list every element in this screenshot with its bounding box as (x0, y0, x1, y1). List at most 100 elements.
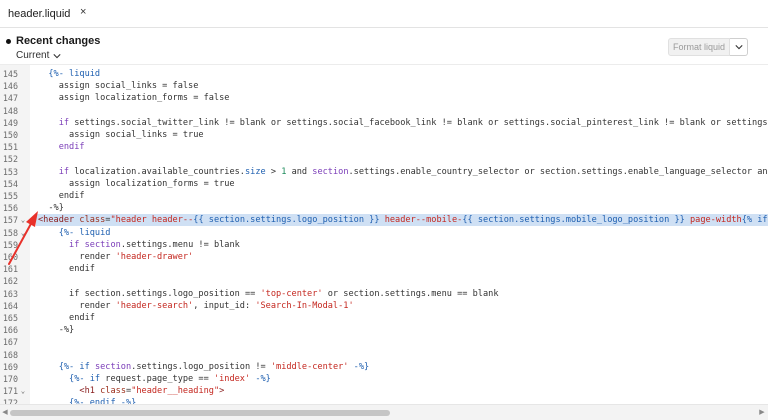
code-line[interactable]: 171 ⌄ <h1 class="header__heading"> (0, 385, 768, 397)
code-line[interactable]: 169 {%- if section.settings.logo_positio… (0, 361, 768, 373)
code-line[interactable]: 154 assign localization_forms = true (0, 178, 768, 190)
tab-header-liquid[interactable]: header.liquid × (0, 0, 104, 28)
line-number: 165 (2, 313, 18, 323)
recent-changes-panel: Recent changes Current (0, 29, 768, 65)
scroll-thumb[interactable] (10, 410, 390, 416)
code-line[interactable]: 161 endif (0, 263, 768, 275)
code-line[interactable]: 157 ⌄ <header class="header header--{{ sec… (0, 214, 768, 227)
code-line[interactable]: 162 (0, 275, 768, 287)
code-token: and (286, 166, 313, 177)
line-number: 151 (2, 142, 18, 153)
code-token: {%- if (58, 361, 90, 372)
code-token: endif (38, 264, 95, 275)
code-token: endif (58, 142, 85, 153)
fold-chevron-icon[interactable]: ⌄ (19, 227, 27, 239)
code-text: assign localization_forms = true (38, 178, 235, 190)
code-token: "header header-- (110, 215, 194, 226)
code-line[interactable]: 159 if section.settings.menu != blank (0, 239, 768, 251)
code-line[interactable]: 164 render 'header-search', input_id: 'S… (0, 300, 768, 312)
code-token: > (265, 166, 282, 177)
code-token: -%} (255, 374, 271, 384)
code-token: assign localization_forms = false (38, 93, 230, 104)
code-text: <header class="header header--{{ section… (38, 214, 768, 226)
code-line[interactable]: 148 (0, 105, 768, 117)
code-token: {{ section.settings.logo_position }} (193, 215, 380, 226)
fold-chevron-icon[interactable]: ⌄ (19, 214, 27, 226)
scroll-left-icon[interactable]: ◀ (1, 409, 9, 417)
code-line[interactable]: 149 if settings.social_twitter_link != b… (0, 117, 768, 129)
line-number: 160 (2, 252, 18, 262)
code-line[interactable]: 156 -%} (0, 202, 768, 214)
code-editor[interactable]: 145 {%- liquid 146 assign social_links = … (0, 64, 768, 404)
code-text: endif (38, 190, 85, 202)
code-text: {%- if section.settings.logo_position !=… (38, 361, 369, 373)
code-token: endif (38, 191, 85, 201)
chevron-down-icon (53, 53, 61, 58)
scroll-right-icon[interactable]: ▶ (758, 409, 766, 417)
close-icon[interactable]: × (80, 6, 86, 18)
code-token: section (84, 239, 121, 250)
code-text: assign social_links = true (38, 129, 204, 141)
code-token: 'Search-In-Modal-1' (255, 300, 354, 311)
fold-chevron-icon[interactable]: ⌄ (19, 385, 27, 397)
code-token: .settings.logo_position != (131, 361, 271, 372)
code-token: render (38, 252, 116, 262)
code-line[interactable]: 155 endif (0, 190, 768, 202)
code-line[interactable]: 166 -%} (0, 324, 768, 336)
code-token: section (94, 361, 132, 372)
code-line[interactable]: 172 {%- endif -%} (0, 397, 768, 404)
code-token: 'top-center' (260, 288, 323, 299)
version-dropdown[interactable]: Current (16, 50, 61, 61)
line-number: 149 (2, 117, 18, 128)
format-controls: Format liquid (668, 38, 748, 56)
code-line[interactable]: 168 (0, 349, 768, 361)
code-line[interactable]: 165 endif (0, 312, 768, 324)
code-token: 'header-search' (115, 300, 194, 311)
code-text: assign localization_forms = false (38, 92, 230, 104)
code-text: endif (38, 141, 85, 153)
code-line[interactable]: 152 (0, 153, 768, 165)
code-token: if (69, 239, 80, 250)
code-line[interactable]: 170 {%- if request.page_type == 'index' … (0, 373, 768, 385)
code-text: endif (38, 263, 95, 275)
code-token: request.page_type == (100, 374, 214, 384)
code-line[interactable]: 158 ⌄ {%- liquid (0, 227, 768, 239)
format-options-button[interactable] (730, 38, 748, 56)
code-text: endif (38, 312, 95, 324)
code-text: render 'header-drawer' (38, 251, 193, 263)
code-line[interactable]: 146 assign social_links = false (0, 80, 768, 92)
horizontal-scrollbar[interactable]: ◀ ▶ (0, 404, 768, 420)
code-line[interactable]: 160 render 'header-drawer' (0, 251, 768, 263)
code-line[interactable]: 145 {%- liquid (0, 68, 768, 80)
code-line[interactable]: 147 assign localization_forms = false (0, 92, 768, 104)
code-token: render (38, 300, 116, 311)
line-number: 153 (2, 166, 18, 177)
code-token: localization.available_countries. (69, 166, 245, 177)
format-liquid-button[interactable]: Format liquid (668, 38, 730, 56)
code-text: if section.settings.logo_position == 'to… (38, 288, 498, 300)
code-text: {%- endif -%} (38, 397, 136, 404)
code-line[interactable]: 163 if section.settings.logo_position ==… (0, 288, 768, 300)
code-text: if localization.available_countries.size… (38, 166, 768, 178)
code-text: assign social_links = false (38, 80, 199, 92)
code-token: 'header-drawer' (115, 252, 194, 262)
line-number: 167 (2, 337, 18, 348)
code-token: page-width (684, 215, 742, 226)
line-number: 164 (2, 300, 18, 311)
code-token: <header (38, 215, 75, 226)
code-token: assign social_links = true (38, 130, 204, 140)
code-token: .settings.menu != blank (120, 239, 240, 250)
code-line[interactable]: 151 endif (0, 141, 768, 153)
code-token: 'index' (213, 374, 251, 384)
code-line[interactable]: 150 assign social_links = true (0, 129, 768, 141)
code-token: header--mobile- (379, 215, 463, 226)
code-text: -%} (38, 324, 75, 336)
code-token: .settings.enable_country_selector or sec… (348, 166, 768, 177)
code-line[interactable]: 153 if localization.available_countries.… (0, 166, 768, 178)
code-line[interactable]: 167 (0, 336, 768, 348)
